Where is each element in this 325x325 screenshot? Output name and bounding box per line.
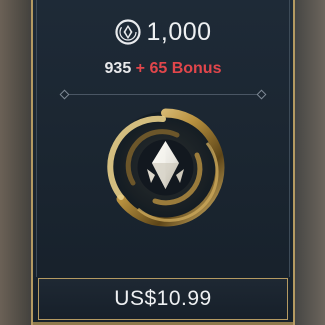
total-amount: 1,000 — [146, 17, 212, 46]
bundle-card[interactable]: 1,000 935 + 65 Bonus US$10.99 — [31, 0, 295, 325]
bonus-breakdown: 935 + 65 Bonus — [33, 60, 293, 82]
price-button[interactable]: US$10.99 — [38, 278, 288, 320]
gold-ring-crystal-emblem — [105, 107, 226, 228]
currency-crystal-icon — [115, 19, 142, 45]
total-amount-row: 1,000 — [33, 17, 293, 47]
bonus-amount: + 65 Bonus — [135, 60, 222, 77]
price-label: US$10.99 — [114, 287, 212, 310]
base-amount: 935 — [104, 60, 132, 77]
divider — [59, 89, 267, 100]
